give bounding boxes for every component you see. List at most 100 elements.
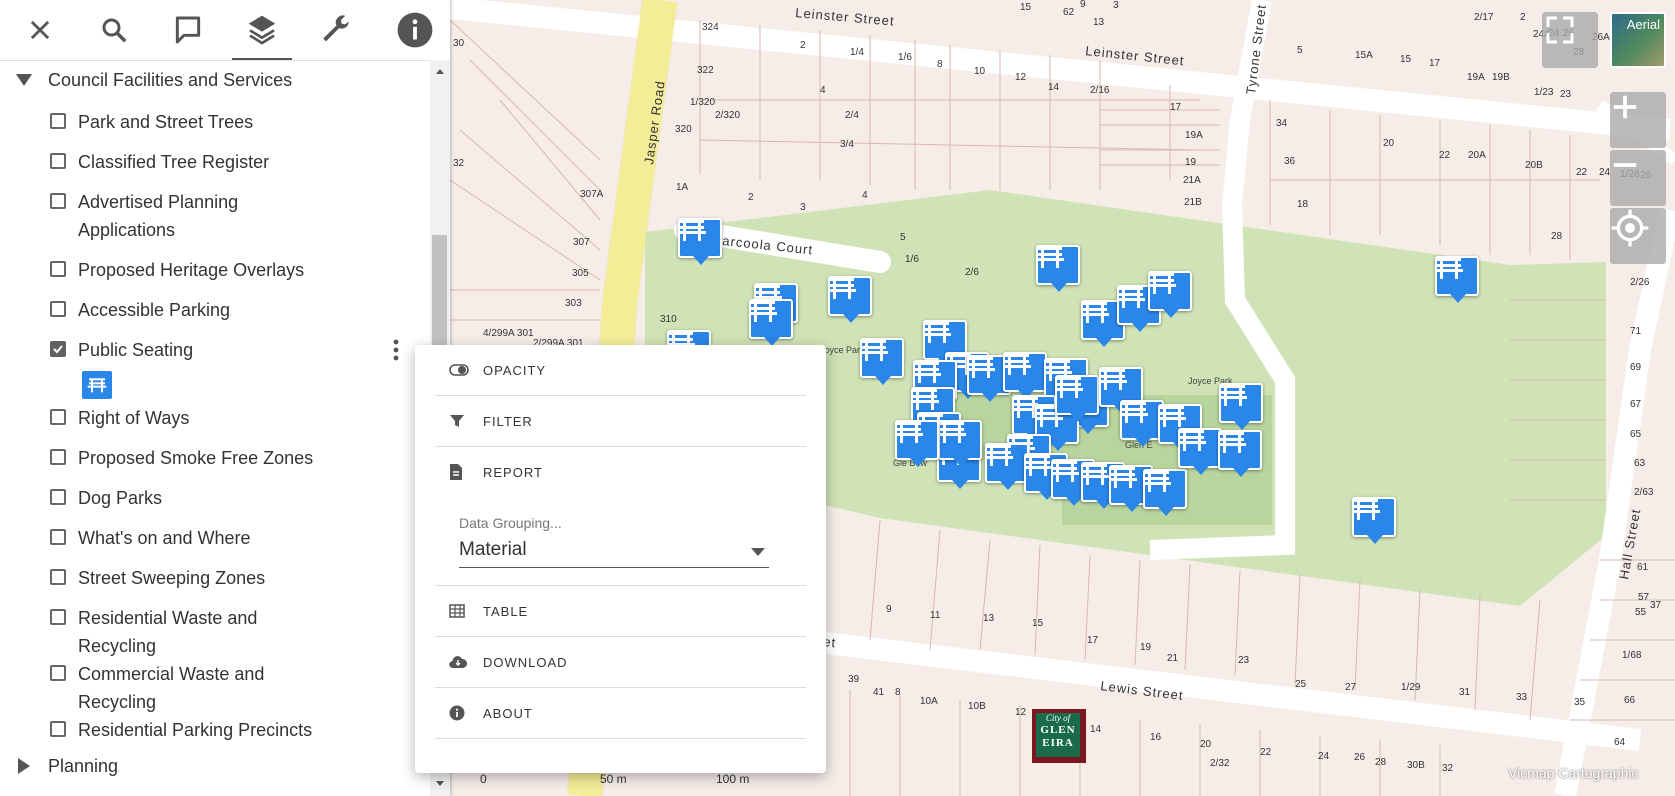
layer-item[interactable]: Accessible Parking [50,296,338,324]
bench-marker[interactable] [749,299,795,349]
scroll-down-icon [436,781,444,786]
tools-button[interactable] [306,0,366,60]
layer-item[interactable]: Classified Tree Register [50,148,338,176]
bench-marker[interactable] [1352,497,1398,547]
menu-table-label: TABLE [483,603,529,619]
layer-item[interactable]: Residential Waste and Recycling [50,604,338,660]
caret-right-icon [0,757,48,775]
group-council-facilities[interactable]: Council Facilities and Services [0,62,292,98]
layer-checkbox[interactable] [50,529,66,545]
info-button[interactable] [385,0,445,60]
lot-number: 61 [1637,562,1649,573]
bench-marker[interactable] [860,338,906,388]
group-planning[interactable]: Planning [0,748,118,784]
menu-table[interactable]: TABLE [435,586,806,637]
lot-number: 9 [1080,0,1086,10]
filter-icon [435,413,483,429]
bench-marker[interactable] [1055,375,1101,425]
lot-number: 24 [1599,167,1611,178]
lot-number: 19B [1492,72,1510,83]
bench-marker[interactable] [938,420,984,470]
bench-icon [1143,471,1171,492]
zoom-in-button[interactable] [1610,92,1666,148]
bench-marker[interactable] [895,420,941,470]
layer-checkbox[interactable] [50,489,66,505]
menu-filter[interactable]: FILTER [435,396,806,447]
layer-checkbox[interactable] [50,665,66,681]
bench-icon [1036,247,1064,268]
bench-marker[interactable] [1036,245,1082,295]
menu-download-label: DOWNLOAD [483,654,568,670]
layer-checkbox[interactable] [50,449,66,465]
lot-number: 2/16 [1090,85,1110,96]
wrench-icon [323,15,349,42]
lot-number: 19 [1185,157,1197,168]
fullscreen-button[interactable] [1542,12,1598,68]
layer-item[interactable]: Street Sweeping Zones [50,564,338,592]
layer-item[interactable]: Residential Parking Precincts [50,716,338,744]
layer-checkbox[interactable] [50,193,66,209]
menu-about[interactable]: ABOUT [435,688,806,739]
search-icon [102,18,127,43]
lot-number: 30B [1407,760,1425,771]
zoom-out-button[interactable] [1610,150,1666,206]
layer-item-label: Residential Parking Precincts [78,720,313,740]
layer-item[interactable]: Park and Street Trees [50,108,338,136]
bench-marker[interactable] [1435,256,1481,306]
bench-icon [1003,354,1031,375]
basemap-toggle-aerial[interactable]: Aerial [1610,12,1666,68]
bench-marker[interactable] [678,218,724,268]
locate-button[interactable] [1610,208,1666,264]
bench-icon [895,422,923,443]
layer-checkbox[interactable] [50,113,66,129]
more-options-icon[interactable] [392,338,400,367]
layer-options-menu: OPACITY FILTER REPORT Data Grouping... M… [415,345,826,773]
layer-item-label: Proposed Heritage Overlays [78,260,305,280]
layer-checkbox[interactable] [50,261,66,277]
layer-checkbox[interactable] [50,341,66,357]
lot-number: 15 [1032,618,1044,629]
lot-number: 63 [1634,458,1646,469]
close-button[interactable] [10,0,70,60]
lot-number: 19 [1140,642,1152,653]
layer-checkbox[interactable] [50,721,66,737]
city-logo: City of GLEN EIRA [1032,709,1086,763]
layer-item[interactable]: Public Seating [50,336,338,364]
layer-item[interactable]: Advertised Planning Applications [50,188,338,244]
comments-button[interactable] [158,0,218,60]
layer-item[interactable]: Right of Ways [50,404,338,432]
layer-checkbox[interactable] [50,153,66,169]
layers-button[interactable] [232,0,292,60]
info-icon [397,12,433,48]
lot-number: 10 [974,66,986,77]
lot-number: 310 [660,314,677,325]
bench-icon [913,362,941,383]
layer-item[interactable]: Proposed Heritage Overlays [50,256,338,284]
bench-marker[interactable] [828,276,874,326]
data-grouping-select[interactable]: Data Grouping... Material [459,515,769,568]
lot-number: 28 [1375,757,1387,768]
layer-item[interactable]: Dog Parks [50,484,338,512]
bench-marker[interactable] [1219,383,1265,433]
layer-item[interactable]: What's on and Where [50,524,338,552]
menu-download[interactable]: DOWNLOAD [435,637,806,688]
bench-marker[interactable] [1148,271,1194,321]
bench-marker[interactable] [1218,430,1264,480]
layer-item[interactable]: Commercial Waste and Recycling [50,660,338,716]
layer-item-label: Commercial Waste and Recycling [78,664,265,712]
menu-opacity[interactable]: OPACITY [435,345,806,396]
lot-number: 23 [1560,89,1572,100]
lot-number: 303 [565,298,582,309]
menu-report[interactable]: REPORT [435,447,806,497]
lot-number: 64 [1614,737,1626,748]
lot-number: 10A [920,696,938,707]
layer-checkbox[interactable] [50,409,66,425]
lot-number: 25 [1295,679,1307,690]
layer-checkbox[interactable] [50,609,66,625]
lot-number: 66 [1624,695,1636,706]
layer-checkbox[interactable] [50,301,66,317]
layer-item[interactable]: Proposed Smoke Free Zones [50,444,338,472]
lot-number: 41 [873,687,885,698]
search-button[interactable] [84,0,144,60]
layer-checkbox[interactable] [50,569,66,585]
